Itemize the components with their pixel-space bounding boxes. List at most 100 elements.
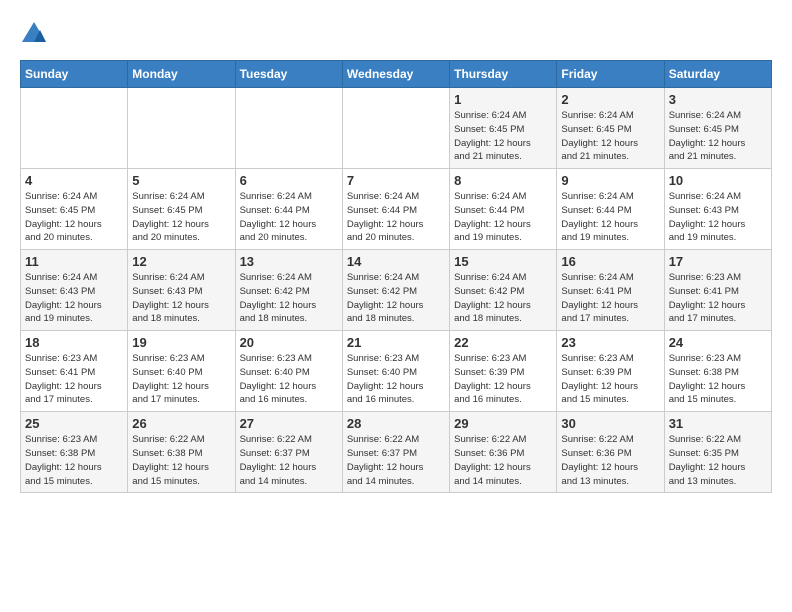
day-info: Sunrise: 6:24 AM Sunset: 6:42 PM Dayligh… <box>347 271 445 326</box>
page: SundayMondayTuesdayWednesdayThursdayFrid… <box>0 0 792 503</box>
day-number: 25 <box>25 416 123 431</box>
day-number: 30 <box>561 416 659 431</box>
day-cell: 29 Sunrise: 6:22 AM Sunset: 6:36 PM Dayli… <box>450 412 557 493</box>
day-number: 20 <box>240 335 338 350</box>
day-number: 28 <box>347 416 445 431</box>
day-cell: 3Sunrise: 6:24 AM Sunset: 6:45 PM Daylig… <box>664 88 771 169</box>
day-number: 22 <box>454 335 552 350</box>
day-info: Sunrise: 6:23 AM Sunset: 6:38 PM Dayligh… <box>669 352 767 407</box>
day-info: Sunrise: 6:23 AM Sunset: 6:40 PM Dayligh… <box>132 352 230 407</box>
day-number: 14 <box>347 254 445 269</box>
day-number: 9 <box>561 173 659 188</box>
day-number: 4 <box>25 173 123 188</box>
day-info: Sunrise: 6:24 AM Sunset: 6:45 PM Dayligh… <box>669 109 767 164</box>
day-info: Sunrise: 6:24 AM Sunset: 6:43 PM Dayligh… <box>25 271 123 326</box>
day-cell: 5Sunrise: 6:24 AM Sunset: 6:45 PM Daylig… <box>128 169 235 250</box>
day-number: 8 <box>454 173 552 188</box>
day-number: 27 <box>240 416 338 431</box>
day-info: Sunrise: 6:22 AM Sunset: 6:36 PM Dayligh… <box>454 433 552 488</box>
day-info: Sunrise: 6:24 AM Sunset: 6:44 PM Dayligh… <box>454 190 552 245</box>
day-number: 1 <box>454 92 552 107</box>
week-row-3: 11 Sunrise: 6:24 AM Sunset: 6:43 PM Dayli… <box>21 250 772 331</box>
day-info: Sunrise: 6:23 AM Sunset: 6:39 PM Dayligh… <box>561 352 659 407</box>
calendar-table: SundayMondayTuesdayWednesdayThursdayFrid… <box>20 60 772 493</box>
day-info: Sunrise: 6:22 AM Sunset: 6:36 PM Dayligh… <box>561 433 659 488</box>
day-info: Sunrise: 6:24 AM Sunset: 6:44 PM Dayligh… <box>240 190 338 245</box>
day-number: 10 <box>669 173 767 188</box>
day-cell: 13Sunrise: 6:24 AM Sunset: 6:42 PM Dayli… <box>235 250 342 331</box>
week-row-4: 18 Sunrise: 6:23 AM Sunset: 6:41 PM Dayli… <box>21 331 772 412</box>
day-cell: 1 Sunrise: 6:24 AM Sunset: 6:45 PM Daylig… <box>450 88 557 169</box>
day-cell <box>128 88 235 169</box>
day-number: 16 <box>561 254 659 269</box>
day-cell: 11 Sunrise: 6:24 AM Sunset: 6:43 PM Dayli… <box>21 250 128 331</box>
day-cell <box>235 88 342 169</box>
day-number: 18 <box>25 335 123 350</box>
day-info: Sunrise: 6:24 AM Sunset: 6:43 PM Dayligh… <box>669 190 767 245</box>
day-cell: 22 Sunrise: 6:23 AM Sunset: 6:39 PM Dayli… <box>450 331 557 412</box>
day-cell: 12 Sunrise: 6:24 AM Sunset: 6:43 PM Dayli… <box>128 250 235 331</box>
day-info: Sunrise: 6:23 AM Sunset: 6:40 PM Dayligh… <box>240 352 338 407</box>
day-info: Sunrise: 6:24 AM Sunset: 6:44 PM Dayligh… <box>561 190 659 245</box>
day-number: 15 <box>454 254 552 269</box>
day-cell: 9 Sunrise: 6:24 AM Sunset: 6:44 PM Daylig… <box>557 169 664 250</box>
day-info: Sunrise: 6:24 AM Sunset: 6:44 PM Dayligh… <box>347 190 445 245</box>
day-cell: 16 Sunrise: 6:24 AM Sunset: 6:41 PM Dayli… <box>557 250 664 331</box>
day-number: 12 <box>132 254 230 269</box>
day-info: Sunrise: 6:22 AM Sunset: 6:37 PM Dayligh… <box>240 433 338 488</box>
day-info: Sunrise: 6:23 AM Sunset: 6:40 PM Dayligh… <box>347 352 445 407</box>
logo <box>20 20 52 48</box>
week-row-1: 1 Sunrise: 6:24 AM Sunset: 6:45 PM Daylig… <box>21 88 772 169</box>
logo-icon <box>20 20 48 48</box>
day-number: 31 <box>669 416 767 431</box>
day-info: Sunrise: 6:23 AM Sunset: 6:41 PM Dayligh… <box>669 271 767 326</box>
day-cell: 20 Sunrise: 6:23 AM Sunset: 6:40 PM Dayli… <box>235 331 342 412</box>
calendar-header: SundayMondayTuesdayWednesdayThursdayFrid… <box>21 61 772 88</box>
weekday-wednesday: Wednesday <box>342 61 449 88</box>
day-cell: 10 Sunrise: 6:24 AM Sunset: 6:43 PM Dayli… <box>664 169 771 250</box>
day-number: 11 <box>25 254 123 269</box>
day-number: 19 <box>132 335 230 350</box>
weekday-sunday: Sunday <box>21 61 128 88</box>
day-info: Sunrise: 6:23 AM Sunset: 6:38 PM Dayligh… <box>25 433 123 488</box>
week-row-5: 25 Sunrise: 6:23 AM Sunset: 6:38 PM Dayli… <box>21 412 772 493</box>
day-cell: 18 Sunrise: 6:23 AM Sunset: 6:41 PM Dayli… <box>21 331 128 412</box>
day-info: Sunrise: 6:24 AM Sunset: 6:45 PM Dayligh… <box>454 109 552 164</box>
day-cell <box>21 88 128 169</box>
day-info: Sunrise: 6:22 AM Sunset: 6:37 PM Dayligh… <box>347 433 445 488</box>
day-info: Sunrise: 6:23 AM Sunset: 6:39 PM Dayligh… <box>454 352 552 407</box>
week-row-2: 4 Sunrise: 6:24 AM Sunset: 6:45 PM Daylig… <box>21 169 772 250</box>
day-cell: 4 Sunrise: 6:24 AM Sunset: 6:45 PM Daylig… <box>21 169 128 250</box>
day-info: Sunrise: 6:24 AM Sunset: 6:42 PM Dayligh… <box>240 271 338 326</box>
day-info: Sunrise: 6:24 AM Sunset: 6:45 PM Dayligh… <box>25 190 123 245</box>
day-cell: 23 Sunrise: 6:23 AM Sunset: 6:39 PM Dayli… <box>557 331 664 412</box>
day-cell: 6 Sunrise: 6:24 AM Sunset: 6:44 PM Daylig… <box>235 169 342 250</box>
day-info: Sunrise: 6:22 AM Sunset: 6:35 PM Dayligh… <box>669 433 767 488</box>
day-cell: 30 Sunrise: 6:22 AM Sunset: 6:36 PM Dayli… <box>557 412 664 493</box>
day-number: 24 <box>669 335 767 350</box>
calendar-body: 1 Sunrise: 6:24 AM Sunset: 6:45 PM Daylig… <box>21 88 772 493</box>
day-number: 17 <box>669 254 767 269</box>
day-info: Sunrise: 6:24 AM Sunset: 6:45 PM Dayligh… <box>561 109 659 164</box>
day-cell: 31 Sunrise: 6:22 AM Sunset: 6:35 PM Dayli… <box>664 412 771 493</box>
day-number: 23 <box>561 335 659 350</box>
day-cell <box>342 88 449 169</box>
weekday-friday: Friday <box>557 61 664 88</box>
day-number: 6 <box>240 173 338 188</box>
day-info: Sunrise: 6:23 AM Sunset: 6:41 PM Dayligh… <box>25 352 123 407</box>
weekday-saturday: Saturday <box>664 61 771 88</box>
day-cell: 28 Sunrise: 6:22 AM Sunset: 6:37 PM Dayli… <box>342 412 449 493</box>
day-number: 26 <box>132 416 230 431</box>
day-cell: 26Sunrise: 6:22 AM Sunset: 6:38 PM Dayli… <box>128 412 235 493</box>
day-info: Sunrise: 6:24 AM Sunset: 6:43 PM Dayligh… <box>132 271 230 326</box>
day-info: Sunrise: 6:24 AM Sunset: 6:42 PM Dayligh… <box>454 271 552 326</box>
day-number: 29 <box>454 416 552 431</box>
day-cell: 15 Sunrise: 6:24 AM Sunset: 6:42 PM Dayli… <box>450 250 557 331</box>
day-number: 21 <box>347 335 445 350</box>
day-cell: 21 Sunrise: 6:23 AM Sunset: 6:40 PM Dayli… <box>342 331 449 412</box>
day-cell: 27 Sunrise: 6:22 AM Sunset: 6:37 PM Dayli… <box>235 412 342 493</box>
day-number: 5 <box>132 173 230 188</box>
day-cell: 24 Sunrise: 6:23 AM Sunset: 6:38 PM Dayli… <box>664 331 771 412</box>
day-cell: 7Sunrise: 6:24 AM Sunset: 6:44 PM Daylig… <box>342 169 449 250</box>
day-info: Sunrise: 6:24 AM Sunset: 6:41 PM Dayligh… <box>561 271 659 326</box>
